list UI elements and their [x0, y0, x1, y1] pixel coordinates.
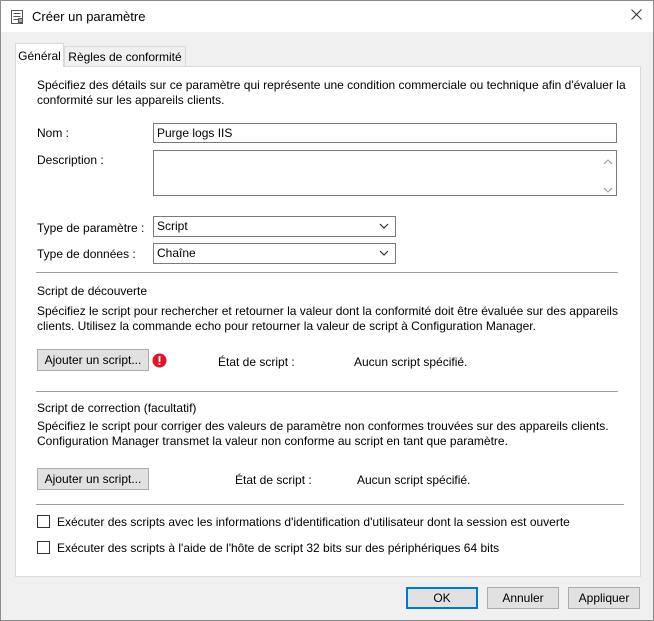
run-as-user-label: Exécuter des scripts avec les informatio…	[57, 515, 570, 529]
scroll-up-icon[interactable]	[603, 155, 613, 165]
run-as-user-checkbox[interactable]	[37, 515, 50, 528]
remediation-status-label: État de script :	[235, 473, 312, 487]
close-button[interactable]	[621, 3, 651, 29]
tab-panel-general: Spécifiez des détails sur ce paramètre q…	[15, 66, 641, 577]
dialog-window: Créer un paramètre Général Règles de con…	[0, 0, 654, 621]
setting-type-value: Script	[157, 219, 188, 233]
description-input[interactable]	[153, 150, 617, 196]
close-icon	[630, 9, 642, 23]
tab-compliance-rules[interactable]: Règles de conformité	[64, 46, 186, 67]
data-type-value: Chaîne	[157, 246, 196, 260]
error-icon	[152, 353, 167, 368]
chevron-down-icon	[378, 247, 390, 259]
window-title: Créer un paramètre	[32, 9, 146, 24]
cancel-button[interactable]: Annuler	[487, 587, 559, 609]
data-type-select[interactable]: Chaîne	[153, 243, 396, 264]
discovery-text: Spécifiez le script pour rechercher et r…	[37, 304, 618, 333]
setting-type-select[interactable]: Script	[153, 216, 396, 237]
run-32bit-label: Exécuter des scripts à l'aide de l'hôte …	[57, 541, 500, 555]
run-32bit-checkbox[interactable]	[37, 541, 50, 554]
add-discovery-script-button[interactable]: Ajouter un script...	[37, 349, 149, 371]
discovery-status-value: Aucun script spécifié.	[354, 355, 468, 369]
discovery-heading: Script de découverte	[37, 284, 148, 298]
separator	[36, 504, 624, 505]
name-input[interactable]: Purge logs IIS	[153, 123, 617, 143]
apply-button[interactable]: Appliquer	[568, 587, 640, 609]
intro-text: Spécifiez des détails sur ce paramètre q…	[37, 78, 626, 107]
title-bar: Créer un paramètre	[1, 1, 653, 32]
chevron-down-icon	[378, 220, 390, 232]
discovery-status-label: État de script :	[218, 355, 295, 369]
separator	[36, 272, 618, 273]
data-type-label: Type de données :	[37, 247, 136, 261]
setting-type-label: Type de paramètre :	[37, 221, 145, 235]
remediation-text: Spécifiez le script pour corriger des va…	[37, 419, 609, 448]
description-label: Description :	[37, 153, 104, 167]
document-settings-icon	[9, 9, 25, 25]
remediation-heading: Script de correction (facultatif)	[37, 401, 197, 415]
scroll-down-icon[interactable]	[603, 183, 613, 193]
add-remediation-script-button[interactable]: Ajouter un script...	[37, 468, 149, 490]
ok-button[interactable]: OK	[406, 587, 478, 609]
separator	[36, 391, 618, 392]
tab-general[interactable]: Général	[15, 43, 64, 67]
remediation-status-value: Aucun script spécifié.	[357, 473, 471, 487]
name-label: Nom :	[37, 126, 70, 140]
